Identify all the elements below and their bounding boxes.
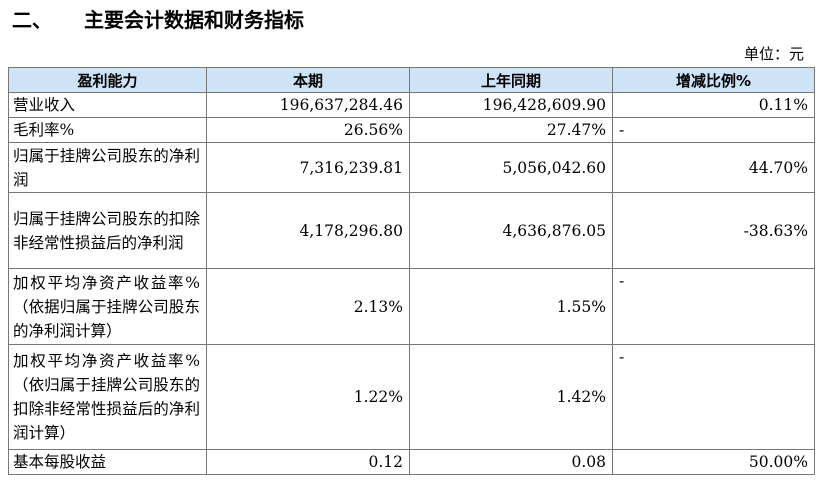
- header-profitability: 盈利能力: [8, 67, 207, 93]
- cell-current: 2.13%: [206, 268, 410, 345]
- cell-current: 4,178,296.80: [206, 192, 410, 269]
- cell-change: 50.00%: [612, 449, 815, 475]
- cell-change: -: [612, 344, 815, 450]
- row-label: 加权平均净资产收益率%（依归属于挂牌公司股东的扣除非经常性损益后的净利润计算）: [8, 344, 207, 450]
- row-label: 加权平均净资产收益率%（依据归属于挂牌公司股东的净利润计算）: [8, 268, 207, 345]
- table-row: 加权平均净资产收益率%（依据归属于挂牌公司股东的净利润计算） 2.13% 1.5…: [8, 268, 815, 345]
- row-label: 归属于挂牌公司股东的净利润: [8, 142, 207, 193]
- cell-previous: 196,428,609.90: [409, 92, 613, 118]
- section-number: 二、: [12, 8, 52, 32]
- table-row: 营业收入 196,637,284.46 196,428,609.90 0.11%: [8, 92, 815, 118]
- cell-previous: 4,636,876.05: [409, 192, 613, 269]
- section-title: 主要会计数据和财务指标: [84, 8, 304, 32]
- cell-change: 44.70%: [612, 142, 815, 193]
- table-header-row: 盈利能力 本期 上年同期 增减比例%: [8, 67, 815, 93]
- cell-previous: 1.42%: [409, 344, 613, 450]
- row-label: 归属于挂牌公司股东的扣除非经常性损益后的净利润: [8, 192, 207, 269]
- table-row: 归属于挂牌公司股东的净利润 7,316,239.81 5,056,042.60 …: [8, 142, 815, 193]
- header-change-percent: 增减比例%: [612, 67, 815, 93]
- header-prior-period: 上年同期: [409, 67, 613, 93]
- section-heading: 二、 主要会计数据和财务指标: [12, 4, 304, 33]
- table-row: 毛利率% 26.56% 27.47% -: [8, 117, 815, 143]
- row-label: 毛利率%: [8, 117, 207, 143]
- cell-change: -: [612, 268, 815, 345]
- unit-label: 单位：元: [743, 45, 804, 63]
- cell-previous: 1.55%: [409, 268, 613, 345]
- cell-change: -: [612, 117, 815, 143]
- row-label: 基本每股收益: [8, 449, 207, 475]
- row-label: 营业收入: [8, 92, 207, 118]
- cell-previous: 5,056,042.60: [409, 142, 613, 193]
- cell-current: 196,637,284.46: [206, 92, 410, 118]
- cell-previous: 0.08: [409, 449, 613, 475]
- cell-current: 7,316,239.81: [206, 142, 410, 193]
- table-row: 基本每股收益 0.12 0.08 50.00%: [8, 449, 815, 475]
- cell-change: 0.11%: [612, 92, 815, 118]
- cell-current: 0.12: [206, 449, 410, 475]
- cell-current: 1.22%: [206, 344, 410, 450]
- cell-change: -38.63%: [612, 192, 815, 269]
- header-current-period: 本期: [206, 67, 410, 93]
- table-row: 归属于挂牌公司股东的扣除非经常性损益后的净利润 4,178,296.80 4,6…: [8, 192, 815, 269]
- financial-indicators-table: 盈利能力 本期 上年同期 增减比例% 营业收入 196,637,284.46 1…: [8, 67, 815, 475]
- table-row: 加权平均净资产收益率%（依归属于挂牌公司股东的扣除非经常性损益后的净利润计算） …: [8, 344, 815, 450]
- cell-previous: 27.47%: [409, 117, 613, 143]
- cell-current: 26.56%: [206, 117, 410, 143]
